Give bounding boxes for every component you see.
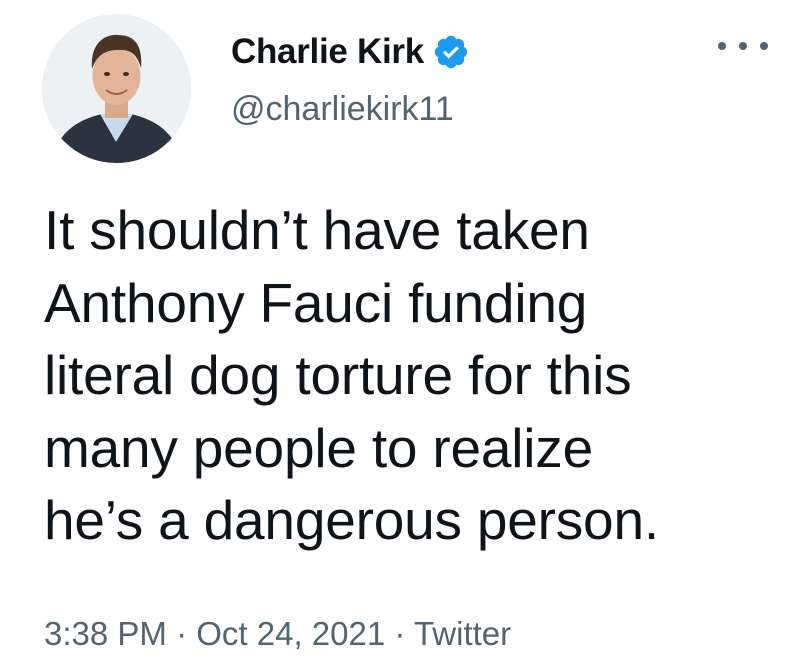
tweet-card: Charlie Kirk @charliekirk11 It shouldn’t… xyxy=(0,0,793,667)
tweet-time: 3:38 PM xyxy=(44,615,167,652)
tweet-text-line: It shouldn’t have taken xyxy=(44,199,590,261)
tweet-text-line: Anthony Fauci funding xyxy=(44,271,588,334)
tweet-text-line: literal dog torture for this xyxy=(44,344,632,406)
tweet-text-line: he’s a dangerous person. xyxy=(44,489,659,551)
author-handle[interactable]: @charliekirk11 xyxy=(231,90,454,129)
more-horizontal-icon-dot xyxy=(739,42,747,50)
tweet-timestamp-link[interactable]: 3:38 PM · Oct 24, 2021 xyxy=(44,615,385,652)
avatar[interactable] xyxy=(42,14,191,163)
more-horizontal-icon-dot xyxy=(760,42,768,50)
avatar-image xyxy=(42,14,191,163)
author-name-row: Charlie Kirk xyxy=(231,30,470,74)
verified-badge-icon xyxy=(432,33,470,71)
tweet-source-link[interactable]: Twitter xyxy=(414,615,511,652)
meta-separator: · xyxy=(166,615,197,652)
more-options-button[interactable] xyxy=(718,34,768,58)
tweet-text: It shouldn’t have taken Anthony Fauci fu… xyxy=(44,194,779,557)
tweet-date: Oct 24, 2021 xyxy=(196,615,386,652)
more-horizontal-icon xyxy=(718,42,726,50)
tweet-metadata: 3:38 PM · Oct 24, 2021 · Twitter xyxy=(44,615,511,653)
author-display-name[interactable]: Charlie Kirk xyxy=(231,32,424,72)
meta-separator: · xyxy=(385,615,414,652)
tweet-text-line: many people to realize xyxy=(44,416,593,479)
